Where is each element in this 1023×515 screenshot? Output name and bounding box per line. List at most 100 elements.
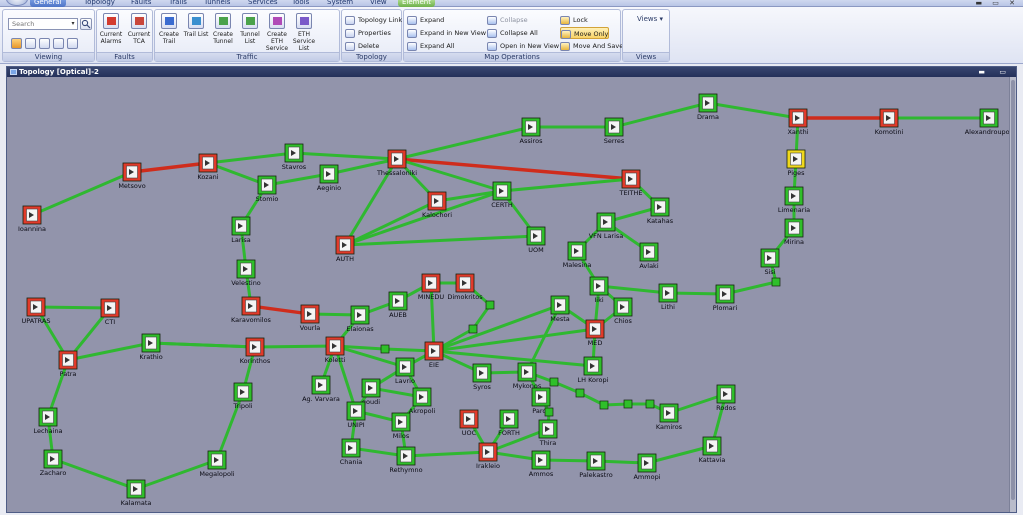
link-thessaloniki-assiros[interactable]: [395, 125, 533, 161]
search-icon[interactable]: [80, 18, 92, 30]
node-rethymno[interactable]: Rethymno: [389, 446, 423, 474]
node-karavomilos[interactable]: Karavomilos: [231, 296, 272, 324]
node-sm9[interactable]: [544, 407, 554, 417]
application-menu-orb[interactable]: [6, 0, 28, 6]
node-alexandroupoli[interactable]: Alexandroupoli: [965, 108, 1009, 136]
tunnel-list-button[interactable]: Tunnel List: [236, 13, 264, 51]
properties-button[interactable]: Properties: [345, 27, 391, 39]
node-stavros[interactable]: Stavros: [282, 143, 307, 171]
tab-tools[interactable]: Tools: [288, 0, 313, 7]
node-larisa[interactable]: Larisa: [231, 216, 251, 244]
create-eth-service-button[interactable]: Create ETH Service: [263, 13, 291, 52]
node-ag-varvara[interactable]: Ag. Varvara: [302, 375, 340, 403]
topology-map-canvas[interactable]: Ioannina Metsovo Kozani Stavros Aeginio Stomi…: [7, 77, 1009, 513]
trail-list-button[interactable]: Trail List: [182, 13, 210, 51]
link-ioannina-metsovo[interactable]: [30, 170, 134, 217]
views-menu-button[interactable]: Views ▾: [637, 15, 663, 23]
fit-icon[interactable]: [25, 38, 36, 49]
node-forth[interactable]: FORTH: [498, 409, 520, 437]
tab-element[interactable]: Element: [398, 0, 435, 7]
collapse-button[interactable]: Collapse: [487, 14, 528, 26]
zoom-out-icon[interactable]: [67, 38, 78, 49]
node-serres[interactable]: Serres: [604, 117, 625, 145]
node-kozani[interactable]: Kozani: [197, 153, 219, 181]
open-in-new-view-button[interactable]: Open in New View: [487, 40, 559, 52]
node-sm6[interactable]: [599, 400, 609, 410]
zoom-in-icon[interactable]: [53, 38, 64, 49]
node-sm2[interactable]: [468, 324, 478, 334]
map-window-controls[interactable]: ▬ ▭: [978, 67, 1012, 77]
node-vfn-larisa[interactable]: VFN Larisa: [589, 212, 624, 240]
node-sm8[interactable]: [645, 399, 655, 409]
tab-view[interactable]: View: [366, 0, 391, 7]
node-lechaina[interactable]: Lechaina: [33, 407, 63, 435]
node-krathio[interactable]: Krathio: [139, 333, 163, 361]
node-aeginio[interactable]: Aeginio: [317, 164, 341, 192]
link-certh-teithe[interactable]: [500, 177, 633, 193]
delete-button[interactable]: Delete: [345, 40, 379, 52]
node-drama[interactable]: Drama: [697, 93, 719, 121]
topology-link-button[interactable]: Topology Link: [345, 14, 402, 26]
tab-services[interactable]: Services: [244, 0, 282, 7]
node-sisi[interactable]: Sisi: [760, 248, 780, 276]
link-upatras-cti[interactable]: [34, 305, 112, 310]
link-auth-uom[interactable]: [343, 234, 538, 247]
node-sm1[interactable]: [485, 300, 495, 310]
lock-button[interactable]: Lock: [560, 14, 588, 26]
node-auth[interactable]: AUTH: [335, 235, 355, 263]
node-teithe[interactable]: TEITHE: [619, 169, 643, 197]
node-lh-koropi[interactable]: LH Koropi: [578, 356, 609, 384]
node-thira[interactable]: Thira: [538, 419, 558, 447]
pan-icon[interactable]: [39, 38, 50, 49]
expand-button[interactable]: Expand: [407, 14, 444, 26]
map-vertical-scrollbar[interactable]: [1009, 77, 1016, 512]
node-malesina[interactable]: Malesina: [563, 241, 592, 269]
link-korinthos-koletti[interactable]: [253, 344, 337, 349]
link-lithi-iiki[interactable]: [597, 284, 670, 295]
create-trail-button[interactable]: Create Trail: [155, 13, 183, 51]
node-koletti[interactable]: Koletti: [325, 336, 346, 364]
node-iiki[interactable]: Iiki: [589, 276, 609, 304]
node-kamiros[interactable]: Kamiros: [656, 403, 683, 431]
node-med[interactable]: MED: [585, 319, 605, 347]
link-serres-drama[interactable]: [612, 101, 710, 129]
node-komotini[interactable]: Komotini: [875, 108, 904, 136]
tab-trails[interactable]: Trails: [165, 0, 191, 7]
node-sm10[interactable]: [771, 277, 781, 287]
node-lavrio[interactable]: Lavrio: [395, 357, 415, 385]
link-metsovo-kozani[interactable]: [130, 161, 210, 174]
node-rodos[interactable]: Rodos: [716, 384, 736, 412]
link-eie-lh-koropi[interactable]: [432, 349, 595, 368]
expand-all-button[interactable]: Expand All: [407, 40, 454, 52]
node-katahas[interactable]: Katahas: [647, 197, 674, 225]
search-dropdown-icon[interactable]: ▾: [69, 19, 77, 29]
link-irakleio-rethymno[interactable]: [404, 450, 490, 458]
node-mirina[interactable]: Mirina: [784, 218, 804, 246]
tab-general[interactable]: General: [30, 0, 66, 7]
link-kozani-stavros[interactable]: [206, 151, 296, 165]
node-cti[interactable]: CTI: [100, 298, 120, 326]
node-sm3[interactable]: [380, 344, 390, 354]
node-piges[interactable]: Piges: [786, 149, 806, 177]
scrollbar-thumb[interactable]: [1011, 80, 1015, 500]
node-limenaria[interactable]: Limenaria: [778, 186, 810, 214]
node-syros[interactable]: Syros: [472, 363, 492, 391]
node-minedu[interactable]: MINEDU: [418, 273, 444, 301]
node-certh[interactable]: CERTH: [491, 181, 513, 209]
search-input[interactable]: [8, 18, 78, 30]
node-avlaki[interactable]: Avlaki: [639, 242, 659, 270]
node-xanthi[interactable]: Xanthi: [787, 108, 809, 136]
collapse-all-button[interactable]: Collapse All: [487, 27, 538, 39]
link-krathio-korinthos[interactable]: [149, 341, 257, 349]
tab-faults[interactable]: Faults: [127, 0, 155, 7]
node-sm7[interactable]: [623, 399, 633, 409]
node-patra[interactable]: Patra: [58, 350, 78, 378]
tab-topology[interactable]: Topology: [80, 0, 119, 7]
node-mesta[interactable]: Mesta: [550, 295, 570, 323]
eth-service-list-button[interactable]: ETH Service List: [290, 13, 318, 52]
node-kattavia[interactable]: Kattavia: [699, 436, 726, 464]
link-drama-xanthi[interactable]: [706, 101, 800, 120]
node-ammos[interactable]: Ammos: [529, 450, 554, 478]
expand-in-new-view-button[interactable]: Expand in New View: [407, 27, 486, 39]
create-tunnel-button[interactable]: Create Tunnel: [209, 13, 237, 51]
